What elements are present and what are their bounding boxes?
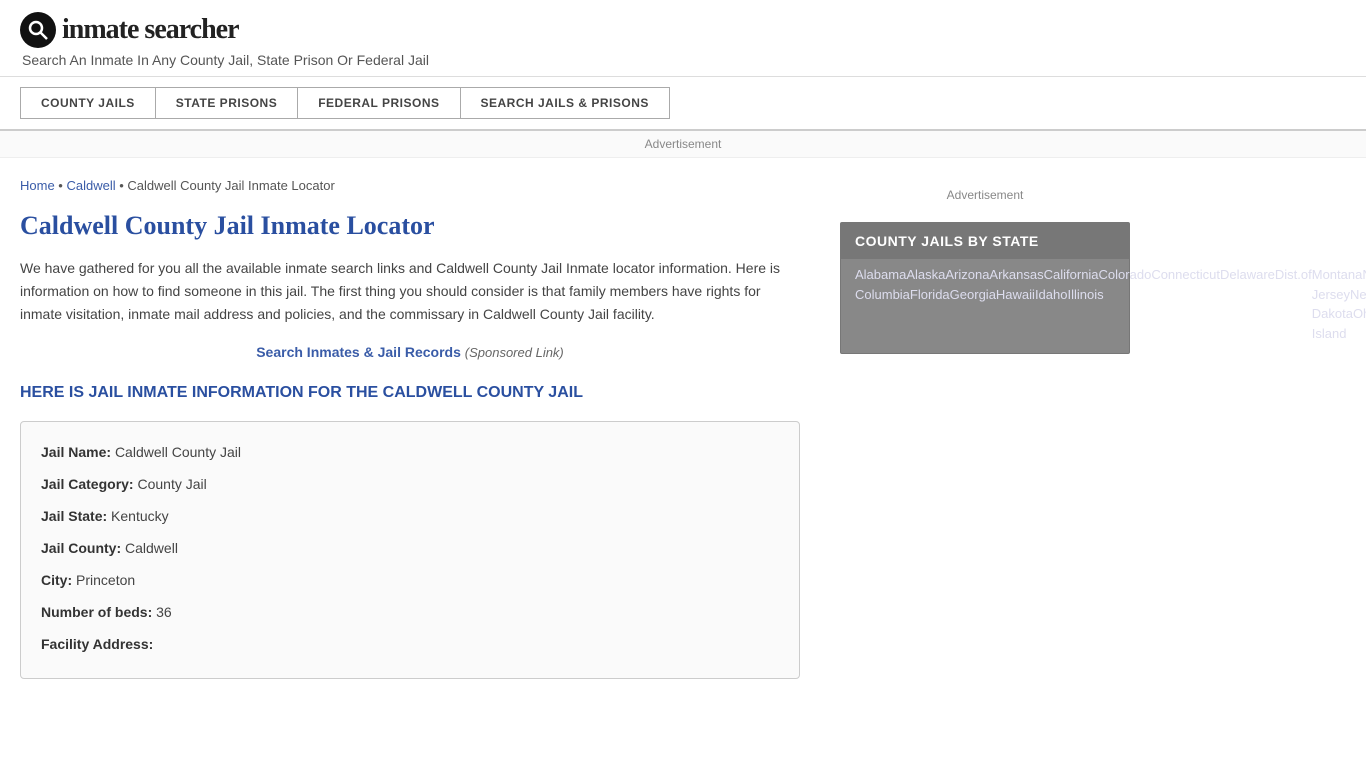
logo-area: inmate searcher [20, 12, 1346, 48]
main-layout: Home • Caldwell • Caldwell County Jail I… [0, 158, 1200, 699]
sponsored-label: (Sponsored Link) [465, 345, 564, 360]
nav-search-jails[interactable]: SEARCH JAILS & PRISONS [460, 87, 670, 119]
jail-category-row: Jail Category: County Jail [41, 470, 779, 498]
nav-state-prisons[interactable]: STATE PRISONS [155, 87, 298, 119]
state-link-arizona[interactable]: Arizona [945, 264, 989, 285]
jail-name-label: Jail Name: [41, 444, 111, 460]
states-left-col: AlabamaAlaskaArizonaArkansasCaliforniaCo… [855, 265, 1312, 343]
description-text: We have gathered for you all the availab… [20, 257, 800, 326]
state-link-california[interactable]: California [1044, 264, 1099, 285]
beds-label: Number of beds: [41, 604, 152, 620]
breadcrumb: Home • Caldwell • Caldwell County Jail I… [20, 178, 800, 193]
state-link-ohio[interactable]: Ohio [1353, 303, 1366, 324]
nav-bar: COUNTY JAILS STATE PRISONS FEDERAL PRISO… [0, 77, 1366, 131]
sidebar-title: COUNTY JAILS BY STATE [841, 223, 1129, 259]
address-label: Facility Address: [41, 636, 153, 652]
sidebar-box: COUNTY JAILS BY STATE AlabamaAlaskaArizo… [840, 222, 1130, 354]
state-link-georgia[interactable]: Georgia [950, 284, 996, 305]
beds-value: 36 [156, 604, 172, 620]
jail-category-label: Jail Category: [41, 476, 134, 492]
city-value: Princeton [76, 572, 135, 588]
state-link-nebraska[interactable]: Nebraska [1362, 264, 1366, 285]
logo-icon [20, 12, 56, 48]
states-grid: AlabamaAlaskaArizonaArkansasCaliforniaCo… [841, 259, 1129, 353]
state-link-idaho[interactable]: Idaho [1035, 284, 1068, 305]
jail-state-label: Jail State: [41, 508, 107, 524]
city-row: City: Princeton [41, 566, 779, 594]
jail-county-label: Jail County: [41, 540, 121, 556]
beds-row: Number of beds: 36 [41, 598, 779, 626]
jail-name-value: Caldwell County Jail [115, 444, 241, 460]
state-link-alabama[interactable]: Alabama [855, 264, 906, 285]
state-link-alaska[interactable]: Alaska [906, 264, 945, 285]
nav-county-jails[interactable]: COUNTY JAILS [20, 87, 156, 119]
jail-category-value: County Jail [137, 476, 206, 492]
sponsored-link-area: Search Inmates & Jail Records (Sponsored… [20, 344, 800, 360]
state-link-colorado[interactable]: Colorado [1099, 264, 1152, 285]
sidebar-ad: Advertisement [840, 178, 1130, 212]
jail-county-value: Caldwell [125, 540, 178, 556]
state-link-arkansas[interactable]: Arkansas [989, 264, 1043, 285]
page-title: Caldwell County Jail Inmate Locator [20, 211, 800, 241]
header: inmate searcher Search An Inmate In Any … [0, 0, 1366, 77]
nav-federal-prisons[interactable]: FEDERAL PRISONS [297, 87, 460, 119]
jail-county-row: Jail County: Caldwell [41, 534, 779, 562]
info-box: Jail Name: Caldwell County Jail Jail Cat… [20, 421, 800, 679]
state-link-new-mexico[interactable]: New Mexico [1350, 284, 1366, 305]
breadcrumb-current: Caldwell County Jail Inmate Locator [127, 178, 334, 193]
state-link-montana[interactable]: Montana [1312, 264, 1363, 285]
jail-state-row: Jail State: Kentucky [41, 502, 779, 530]
logo-text: inmate searcher [62, 14, 239, 46]
ad-bar: Advertisement [0, 131, 1366, 158]
state-link-hawaii[interactable]: Hawaii [996, 284, 1035, 305]
address-row: Facility Address: [41, 630, 779, 658]
state-link-florida[interactable]: Florida [910, 284, 950, 305]
content-area: Home • Caldwell • Caldwell County Jail I… [20, 158, 820, 699]
sidebar: Advertisement COUNTY JAILS BY STATE Alab… [820, 158, 1130, 699]
tagline: Search An Inmate In Any County Jail, Sta… [22, 52, 1346, 68]
jail-state-value: Kentucky [111, 508, 169, 524]
state-link-connecticut[interactable]: Connecticut [1151, 264, 1220, 285]
sponsored-link[interactable]: Search Inmates & Jail Records [256, 344, 461, 360]
city-label: City: [41, 572, 72, 588]
states-right-col: MontanaNebraskaNevadaNew HampshireNew Je… [1312, 265, 1366, 343]
jail-name-row: Jail Name: Caldwell County Jail [41, 438, 779, 466]
breadcrumb-home[interactable]: Home [20, 178, 55, 193]
breadcrumb-caldwell[interactable]: Caldwell [66, 178, 115, 193]
section-heading: HERE IS JAIL INMATE INFORMATION FOR THE … [20, 382, 800, 404]
state-link-illinois[interactable]: Illinois [1067, 284, 1103, 305]
state-link-delaware[interactable]: Delaware [1220, 264, 1275, 285]
